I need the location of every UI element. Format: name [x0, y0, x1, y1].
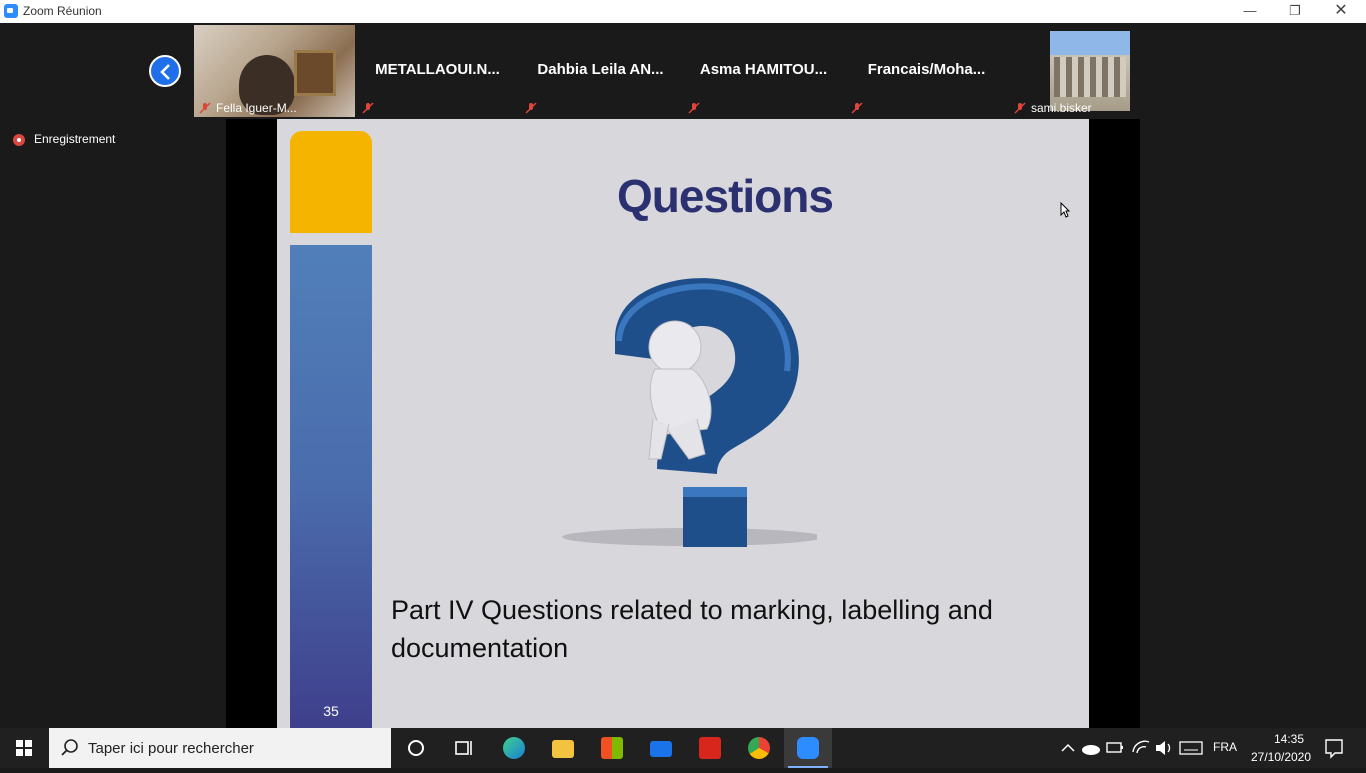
presentation-slide: 35 Questions Part IV Questions related t… — [277, 119, 1089, 728]
mic-muted-icon — [525, 102, 537, 114]
slide-title: Questions — [617, 170, 834, 222]
acrobat-button[interactable] — [686, 728, 734, 768]
taskbar-search-box[interactable]: Taper ici pour rechercher — [49, 728, 391, 768]
mic-muted-icon — [851, 102, 863, 114]
mouse-cursor-icon — [1060, 202, 1070, 218]
slide-page-number: 35 — [323, 703, 339, 719]
participant-name: Fella Iguer-M... — [216, 101, 297, 115]
battery-icon[interactable] — [1104, 728, 1126, 768]
restore-button[interactable]: ❐ — [1272, 0, 1318, 23]
cortana-button[interactable] — [392, 728, 440, 768]
participant-name: Francais/Moha... — [867, 61, 986, 78]
mail-icon — [650, 741, 672, 757]
task-view-icon — [455, 741, 472, 755]
edge-button[interactable] — [490, 728, 538, 768]
store-button[interactable] — [588, 728, 636, 768]
file-explorer-button[interactable] — [539, 728, 587, 768]
search-placeholder: Taper ici pour rechercher — [88, 740, 254, 757]
wifi-icon[interactable] — [1130, 728, 1152, 768]
mic-muted-icon — [362, 102, 374, 114]
participant-name: Dahbia Leila AN... — [537, 61, 664, 78]
clock-time[interactable]: 14:35 — [1264, 732, 1314, 746]
participant-name: Asma HAMITOU... — [699, 61, 828, 78]
slide-accent-bar — [290, 131, 372, 233]
zoom-taskbar-button[interactable] — [784, 728, 832, 768]
participant-strip: Fella Iguer-M... METALLAOUI.N... Dahbia … — [194, 25, 1171, 117]
question-mark-figure-icon — [562, 278, 817, 547]
zoom-icon — [797, 737, 819, 759]
mail-button[interactable] — [637, 728, 685, 768]
windows-taskbar: Taper ici pour rechercher FRA 14:35 27/1… — [0, 728, 1366, 768]
zoom-app-icon — [4, 4, 18, 18]
close-button[interactable]: ✕ — [1318, 0, 1364, 23]
participant-profile-photo — [1050, 31, 1130, 111]
shared-screen[interactable]: 35 Questions Part IV Questions related t… — [226, 119, 1140, 728]
participant-tile[interactable]: sami.bisker — [1009, 25, 1170, 117]
start-button[interactable] — [0, 728, 48, 768]
participant-video-background — [294, 50, 336, 96]
mic-muted-icon — [688, 102, 700, 114]
participant-tile[interactable]: Dahbia Leila AN... — [520, 25, 681, 117]
participant-tile[interactable]: METALLAOUI.N... — [357, 25, 518, 117]
notification-icon[interactable] — [1322, 728, 1346, 768]
mic-muted-icon — [1014, 102, 1026, 114]
keyboard-icon[interactable] — [1178, 728, 1204, 768]
onedrive-icon[interactable] — [1080, 728, 1102, 768]
chrome-button[interactable] — [735, 728, 783, 768]
record-icon — [13, 134, 25, 146]
participant-tile[interactable]: Fella Iguer-M... — [194, 25, 355, 117]
input-language[interactable]: FRA — [1213, 740, 1237, 754]
acrobat-icon — [699, 737, 721, 759]
mic-muted-icon — [199, 102, 211, 114]
edge-icon — [503, 737, 525, 759]
windows-logo-icon — [16, 740, 32, 756]
participant-tile[interactable]: Francais/Moha... — [846, 25, 1007, 117]
slide-body-text: Part IV Questions related to marking, la… — [391, 595, 993, 663]
participant-name: METALLAOUI.N... — [375, 61, 500, 78]
chevron-up-icon[interactable] — [1058, 728, 1078, 768]
search-icon — [61, 739, 78, 756]
minimize-button[interactable]: — — [1227, 0, 1273, 23]
clock-date[interactable]: 27/10/2020 — [1248, 750, 1314, 764]
slide-side-bar — [290, 245, 372, 728]
chevron-left-icon — [160, 64, 170, 80]
participant-tile[interactable]: Asma HAMITOU... — [683, 25, 844, 117]
window-titlebar: Zoom Réunion — ❐ ✕ — [0, 0, 1366, 23]
participant-name: sami.bisker — [1031, 101, 1092, 115]
recording-label: Enregistrement — [34, 132, 116, 146]
window-title: Zoom Réunion — [23, 4, 102, 18]
store-icon — [601, 737, 623, 759]
volume-icon[interactable] — [1153, 728, 1175, 768]
collapse-participants-button[interactable] — [149, 55, 181, 87]
task-view-button[interactable] — [440, 728, 488, 768]
chrome-icon — [748, 737, 770, 759]
file-explorer-icon — [552, 740, 574, 758]
cortana-icon — [408, 740, 424, 756]
